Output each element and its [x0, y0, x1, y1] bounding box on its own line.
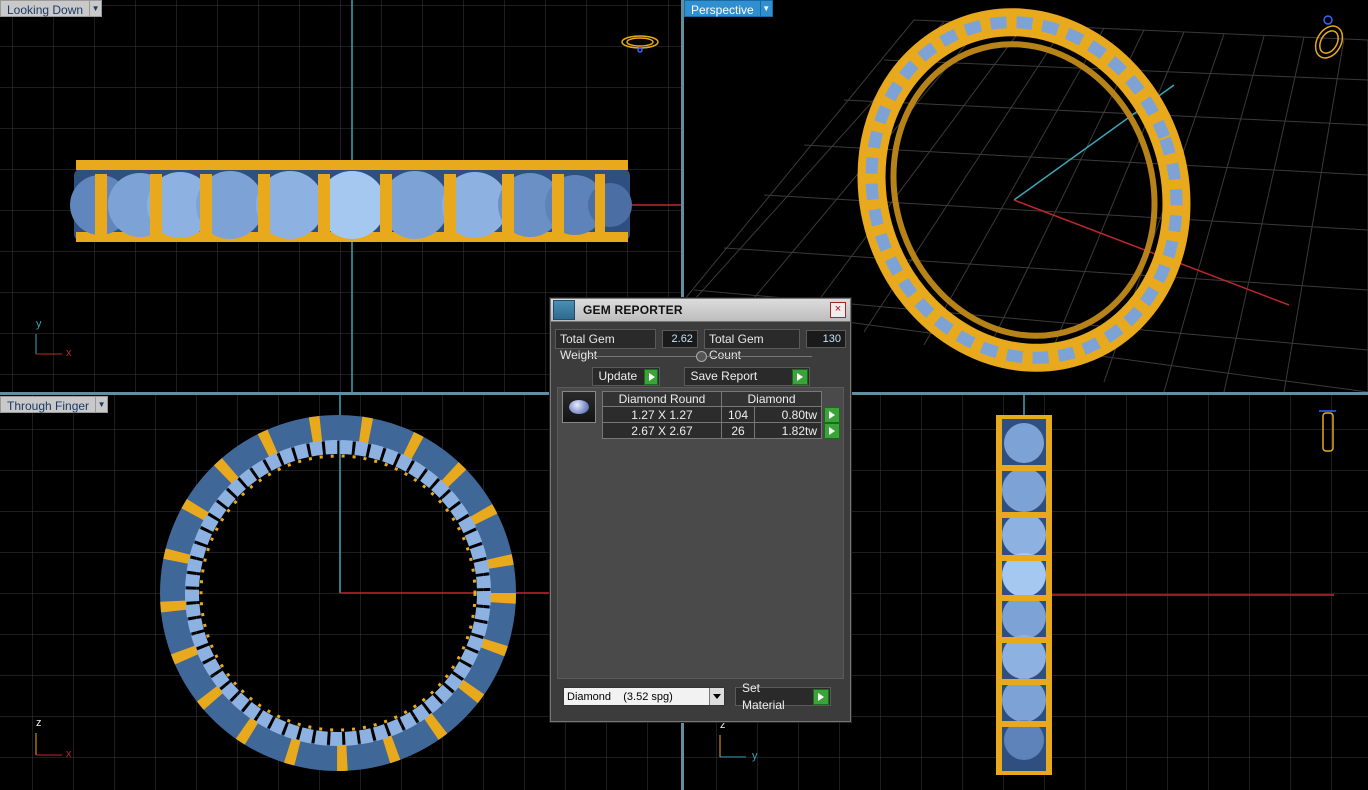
ring-edge-view[interactable] [996, 415, 1052, 775]
gem-weight-cell: 1.82tw [754, 422, 822, 439]
axis-label-x: x [66, 347, 72, 359]
save-report-button-label: Save Report [690, 369, 758, 383]
chevron-down-icon[interactable]: ▼ [96, 396, 109, 413]
panel-titlebar[interactable]: GEM REPORTER × [551, 299, 850, 322]
chevron-down-icon[interactable]: ▼ [760, 0, 773, 17]
viewport-label-perspective[interactable]: Perspective ▼ [684, 0, 773, 17]
play-arrow-icon[interactable] [824, 406, 840, 423]
gem-material-header: Diamond [721, 391, 822, 407]
ring-perspective-view[interactable] [825, 0, 1223, 392]
table-row[interactable]: 2.67 X 2.67 26 1.82tw [602, 422, 843, 439]
gem-reporter-app-icon [553, 300, 575, 320]
axis-label-y: y [36, 318, 42, 330]
update-button-label: Update [598, 369, 638, 383]
orientation-icon-perspective [1314, 15, 1344, 59]
panel-title: GEM REPORTER [583, 303, 683, 317]
total-gem-count-label: Total Gem Count [703, 329, 800, 362]
play-arrow-icon[interactable] [813, 688, 829, 705]
table-row[interactable]: 1.27 X 1.27 104 0.80tw [602, 406, 843, 423]
viewport-label-text: Through Finger [0, 396, 97, 413]
close-icon[interactable]: × [830, 302, 846, 318]
play-arrow-icon[interactable] [824, 422, 840, 439]
save-report-button[interactable]: Save Report [683, 367, 810, 386]
gem-list[interactable]: Diamond Round Diamond 1.27 X 1.27 104 0.… [557, 387, 844, 679]
total-gem-weight-label: Total Gem Weight [555, 329, 656, 362]
gem-shape-header: Diamond Round [602, 391, 722, 407]
play-arrow-icon[interactable] [644, 368, 658, 385]
axis-label-x: x [66, 748, 72, 760]
set-material-button-label: Set Material [742, 680, 785, 712]
total-gem-count-value: 130 [806, 330, 846, 348]
viewport-label-through-finger[interactable]: Through Finger ▼ [0, 396, 109, 413]
gem-count-cell: 104 [721, 406, 755, 423]
chevron-down-icon[interactable] [709, 688, 724, 705]
axis-label-z: z [36, 717, 42, 729]
material-select[interactable]: Diamond (3.52 spg) [563, 687, 725, 706]
collapse-separator[interactable] [589, 351, 812, 363]
collapse-knob-icon[interactable] [695, 351, 707, 362]
total-gem-weight-value: 2.62 [661, 330, 698, 348]
axis-label-y: y [752, 750, 758, 762]
update-button[interactable]: Update [591, 367, 660, 386]
set-material-button[interactable]: Set Material [735, 681, 831, 712]
gem-table: Diamond Round Diamond 1.27 X 1.27 104 0.… [602, 391, 843, 439]
gem-weight-cell: 0.80tw [754, 406, 822, 423]
material-select-value: Diamond (3.52 spg) [567, 690, 673, 703]
gem-size-cell: 1.27 X 1.27 [602, 406, 722, 423]
viewport-label-text: Perspective [684, 0, 761, 17]
gem-count-cell: 26 [721, 422, 755, 439]
play-arrow-icon[interactable] [791, 368, 808, 385]
gem-size-cell: 2.67 X 2.67 [602, 422, 722, 439]
chevron-down-icon[interactable]: ▼ [90, 0, 103, 17]
ring-side-view[interactable] [70, 160, 632, 242]
viewport-label-text: Looking Down [0, 0, 91, 17]
gem-reporter-panel: GEM REPORTER × Total Gem Weight 2.62 Tot… [550, 298, 851, 722]
viewport-label-looking-down[interactable]: Looking Down ▼ [0, 0, 103, 17]
gem-thumbnail-icon[interactable] [562, 391, 596, 423]
